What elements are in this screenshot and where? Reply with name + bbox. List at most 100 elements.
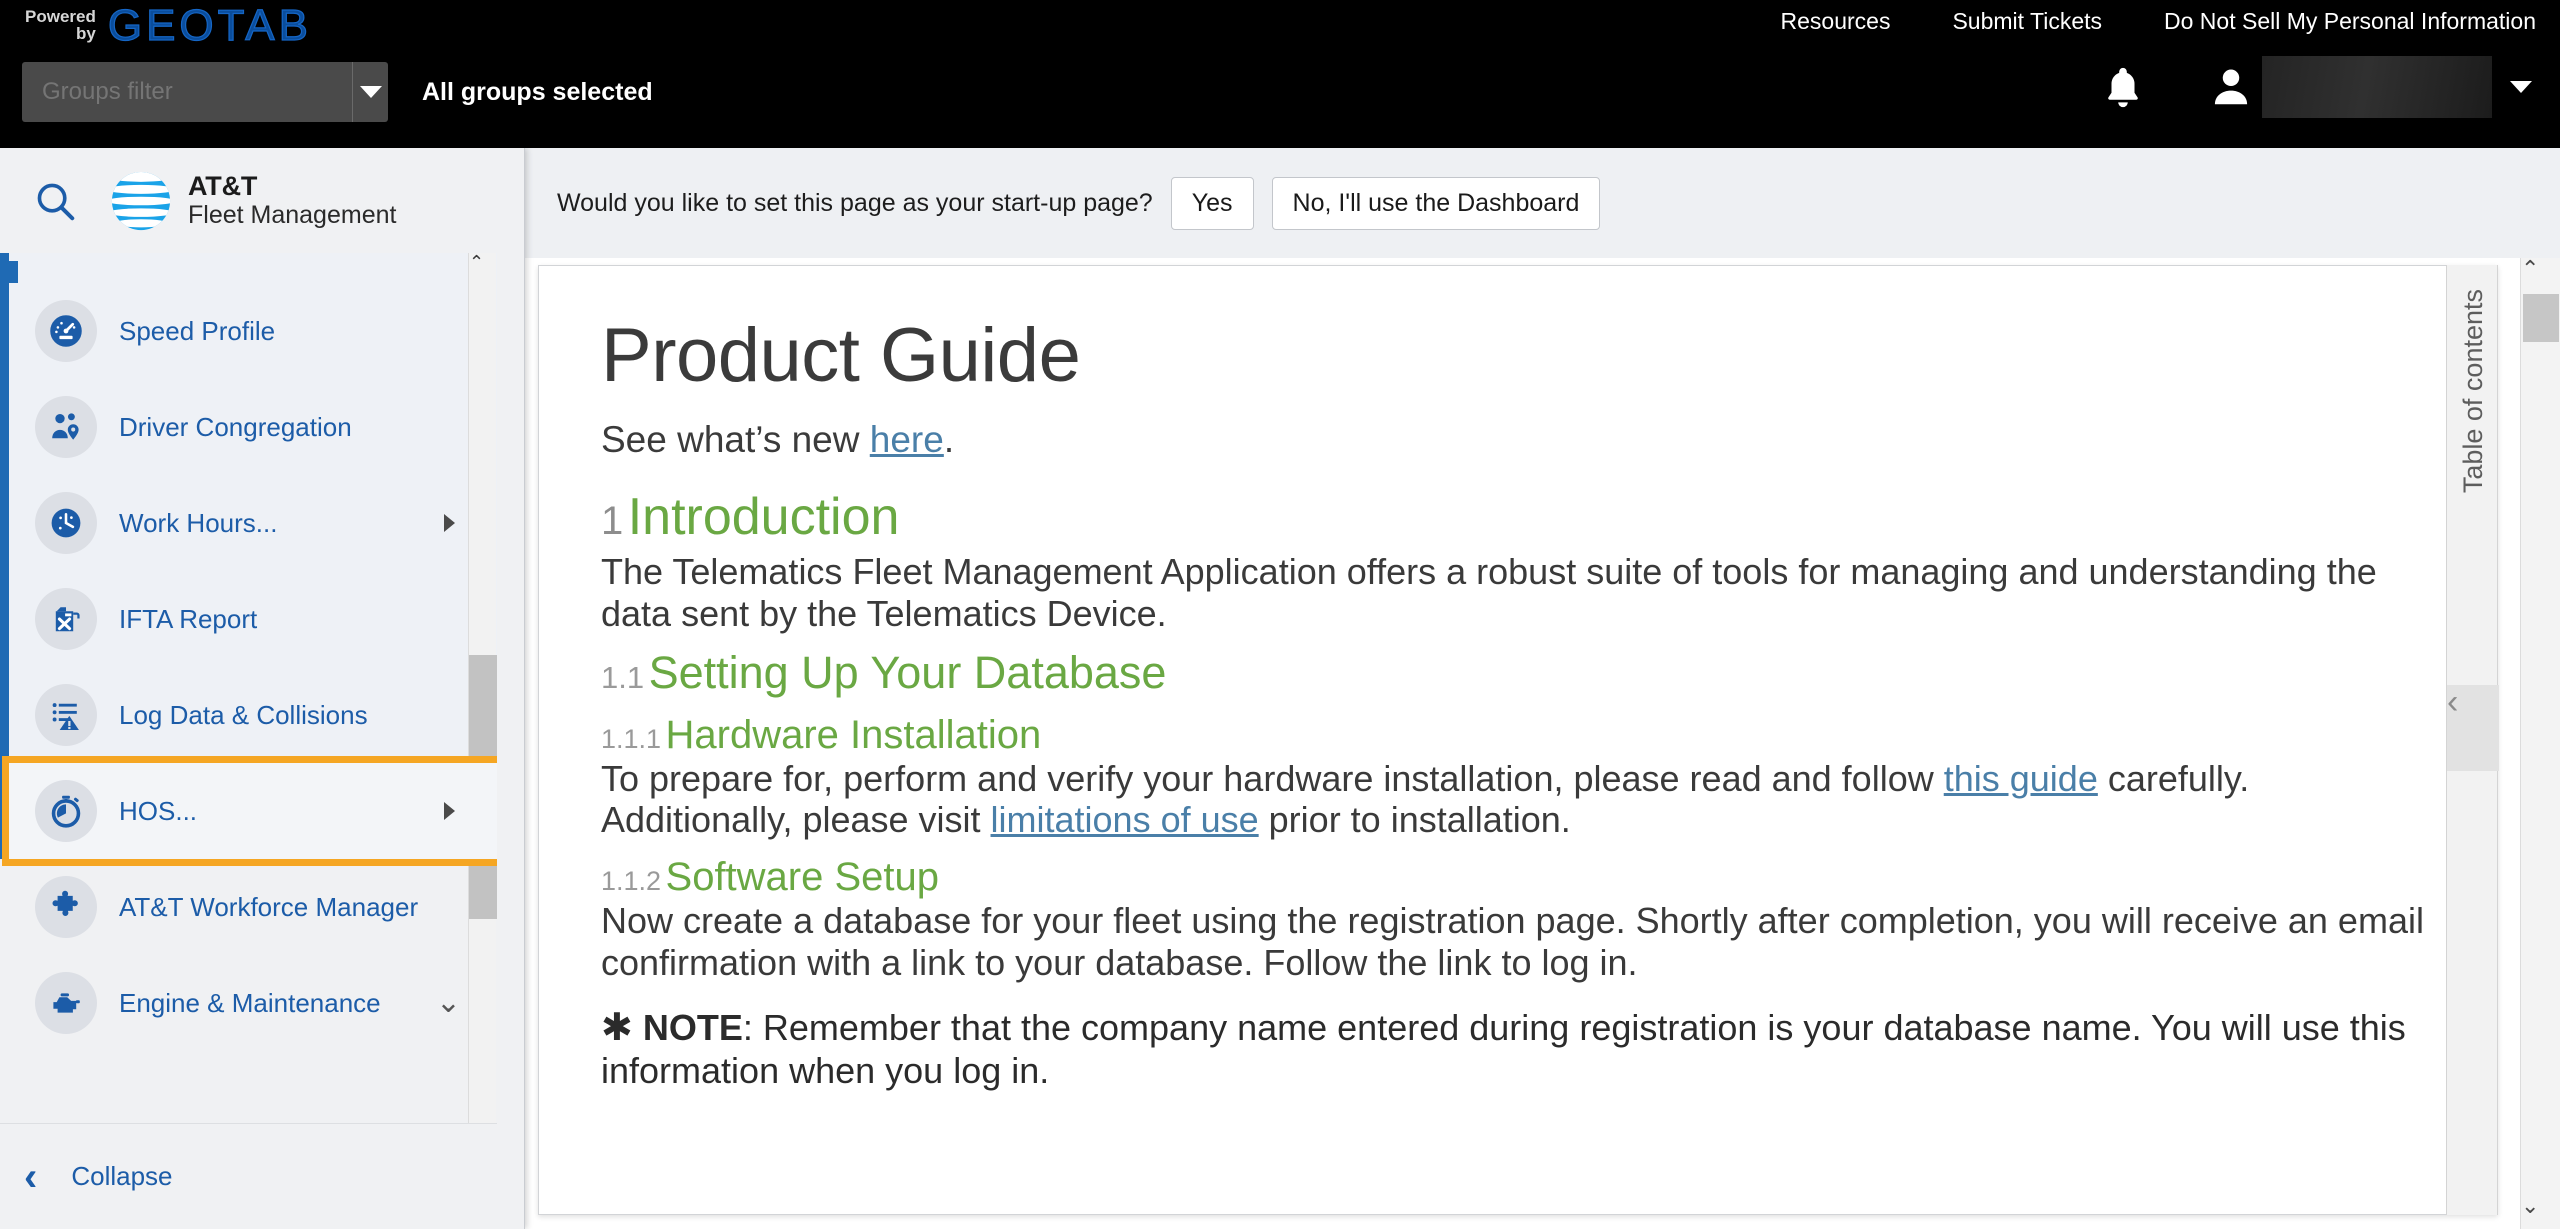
groups-filter-input[interactable] <box>22 62 352 122</box>
sidebar-item-att-workforce-manager[interactable]: AT&T Workforce Manager <box>0 859 497 955</box>
nav-link-submit-tickets[interactable]: Submit Tickets <box>1952 8 2102 35</box>
sidebar-item-log-data-collisions[interactable]: Log Data & Collisions <box>9 667 497 763</box>
sidebar-item-label: Engine & Maintenance <box>119 987 381 1018</box>
product-guide-panel: Product Guide See what’s new here. 1 Int… <box>538 265 2498 1215</box>
page-scroll-down-icon[interactable]: ⌄ <box>2521 1195 2560 1229</box>
heading-text: Introduction <box>627 488 900 546</box>
whats-new-link[interactable]: here <box>870 419 944 460</box>
heading-introduction: 1 Introduction <box>601 487 2437 547</box>
whats-new-prefix: See what’s new <box>601 419 870 460</box>
chevron-right-icon <box>444 802 455 820</box>
heading-number: 1 <box>601 499 624 543</box>
sidebar-item-label: Speed Profile <box>119 315 276 346</box>
hw-text-c: prior to installation. <box>1258 799 1571 841</box>
introduction-paragraph: The Telematics Fleet Management Applicat… <box>601 551 2377 634</box>
brand-product-label: Fleet Management <box>188 200 397 229</box>
clock-icon <box>35 492 97 554</box>
sidebar-header: AT&T Fleet Management <box>0 148 524 253</box>
top-bar: Powered by GEOTAB Resources Submit Ticke… <box>0 0 2560 148</box>
sidebar-item-work-hours[interactable]: Work Hours... <box>9 475 497 571</box>
groups-filter-area: All groups selected <box>22 62 653 122</box>
software-setup-note: ✱ NOTE: Remember that the company name e… <box>601 1006 2437 1092</box>
startup-yes-button[interactable]: Yes <box>1170 176 1254 230</box>
sidebar-item-label: AT&T Workforce Manager <box>119 891 419 922</box>
person-icon[interactable] <box>2208 64 2254 110</box>
whats-new-line: See what’s new here. <box>601 419 2437 461</box>
speedometer-icon <box>35 300 97 362</box>
sidebar-collapse-button[interactable]: ‹ Collapse <box>0 1123 497 1229</box>
heading-text: Software Setup <box>665 855 940 899</box>
sidebar: AT&T Fleet Management Speed Profile Driv… <box>0 148 525 1229</box>
page-scroll-up-icon[interactable]: ⌃ <box>2521 258 2560 292</box>
page-title: Product Guide <box>601 313 1081 398</box>
groups-filter[interactable] <box>22 62 388 122</box>
sidebar-partial-item-bottom <box>0 1051 497 1077</box>
user-name-redacted[interactable] <box>2262 56 2492 118</box>
powered-word: Powered <box>25 7 96 26</box>
sidebar-scrollbar[interactable]: ⌃ ⌄ <box>468 253 497 1223</box>
heading-number: 1.1 <box>601 659 645 695</box>
heading-text: Setting Up Your Database <box>648 646 1167 698</box>
sidebar-item-label: Driver Congregation <box>119 411 352 442</box>
heading-hardware-installation: 1.1.1 Hardware Installation <box>601 713 2437 758</box>
fuel-can-icon <box>35 588 97 650</box>
limitations-of-use-link[interactable]: limitations of use <box>991 799 1259 840</box>
user-menu-chevron-down-icon[interactable] <box>2510 81 2532 93</box>
engine-icon <box>35 972 97 1034</box>
att-fleet-brand: AT&T Fleet Management <box>110 170 396 232</box>
chevron-down-icon <box>359 86 382 98</box>
sidebar-menu-scroll: Speed Profile Driver Congregation Work H… <box>0 253 497 1223</box>
sidebar-item-label: Log Data & Collisions <box>119 699 368 730</box>
search-button[interactable] <box>0 178 110 224</box>
groups-filter-dropdown-button[interactable] <box>352 62 388 122</box>
sidebar-partial-item-top <box>9 261 497 283</box>
sidebar-item-driver-congregation[interactable]: Driver Congregation <box>9 379 497 475</box>
page-scrollbar[interactable]: ⌃ ⌄ <box>2520 258 2560 1229</box>
search-icon <box>37 183 75 220</box>
software-setup-paragraph: Now create a database for your fleet usi… <box>601 900 2424 983</box>
brand-att-label: AT&T <box>188 171 258 202</box>
startup-no-button[interactable]: No, I'll use the Dashboard <box>1271 176 1601 230</box>
heading-software-setup: 1.1.2 Software Setup <box>601 855 2437 900</box>
note-body: : Remember that the company name entered… <box>601 1006 2406 1091</box>
puzzle-icon <box>35 876 97 938</box>
sidebar-item-hos[interactable]: HOS... <box>2 756 497 866</box>
bell-icon[interactable] <box>2100 64 2146 110</box>
nav-link-do-not-sell[interactable]: Do Not Sell My Personal Information <box>2164 8 2536 35</box>
sidebar-item-engine-maintenance[interactable]: Engine & Maintenance ⌄ <box>0 955 497 1051</box>
asterisk-icon: ✱ <box>601 1006 633 1049</box>
this-guide-link[interactable]: this guide <box>1944 758 2098 799</box>
geotab-logo: Powered by GEOTAB <box>25 1 312 50</box>
toc-label-text: Table of contents <box>2457 289 2488 494</box>
heading-number: 1.1.2 <box>601 866 662 896</box>
toc-collapse-button[interactable]: ‹ <box>2447 685 2499 771</box>
geotab-wordmark: GEOTAB <box>107 1 312 50</box>
sidebar-item-speed-profile[interactable]: Speed Profile <box>9 283 497 379</box>
page-scrollbar-thumb[interactable] <box>2523 294 2559 342</box>
groups-selected-status: All groups selected <box>422 77 653 106</box>
nav-link-resources[interactable]: Resources <box>1781 8 1891 35</box>
scroll-up-arrow-icon[interactable]: ⌃ <box>469 253 497 281</box>
hardware-installation-paragraph: To prepare for, perform and verify your … <box>601 758 2437 842</box>
table-of-contents-rail[interactable]: Table of contents ‹ <box>2446 265 2499 1215</box>
note-label: NOTE <box>642 1006 743 1048</box>
hw-text-a: To prepare for, perform and verify your … <box>601 757 1944 799</box>
chevron-right-icon <box>444 514 455 532</box>
product-guide-document: Product Guide See what’s new here. 1 Int… <box>539 266 2497 1091</box>
log-alert-icon <box>35 684 97 746</box>
heading-number: 1.1.1 <box>601 723 662 754</box>
chevron-down-icon: ⌄ <box>435 986 461 1019</box>
table-of-contents-label: Table of contents <box>2447 289 2499 689</box>
att-globe-icon <box>111 171 171 230</box>
powered-by-text: Powered by <box>25 8 96 42</box>
by-word: by <box>76 24 96 43</box>
sidebar-item-ifta-report[interactable]: IFTA Report <box>9 571 497 667</box>
heading-text: Hardware Installation <box>665 712 1042 757</box>
stopwatch-icon <box>35 780 97 842</box>
whats-new-suffix: . <box>943 419 955 460</box>
startup-page-question: Would you like to set this page as your … <box>557 188 1153 217</box>
chevron-left-icon: ‹ <box>24 1154 38 1199</box>
collapse-label: Collapse <box>71 1161 173 1191</box>
sidebar-item-label: IFTA Report <box>119 603 258 634</box>
sidebar-item-label: HOS... <box>119 795 198 826</box>
